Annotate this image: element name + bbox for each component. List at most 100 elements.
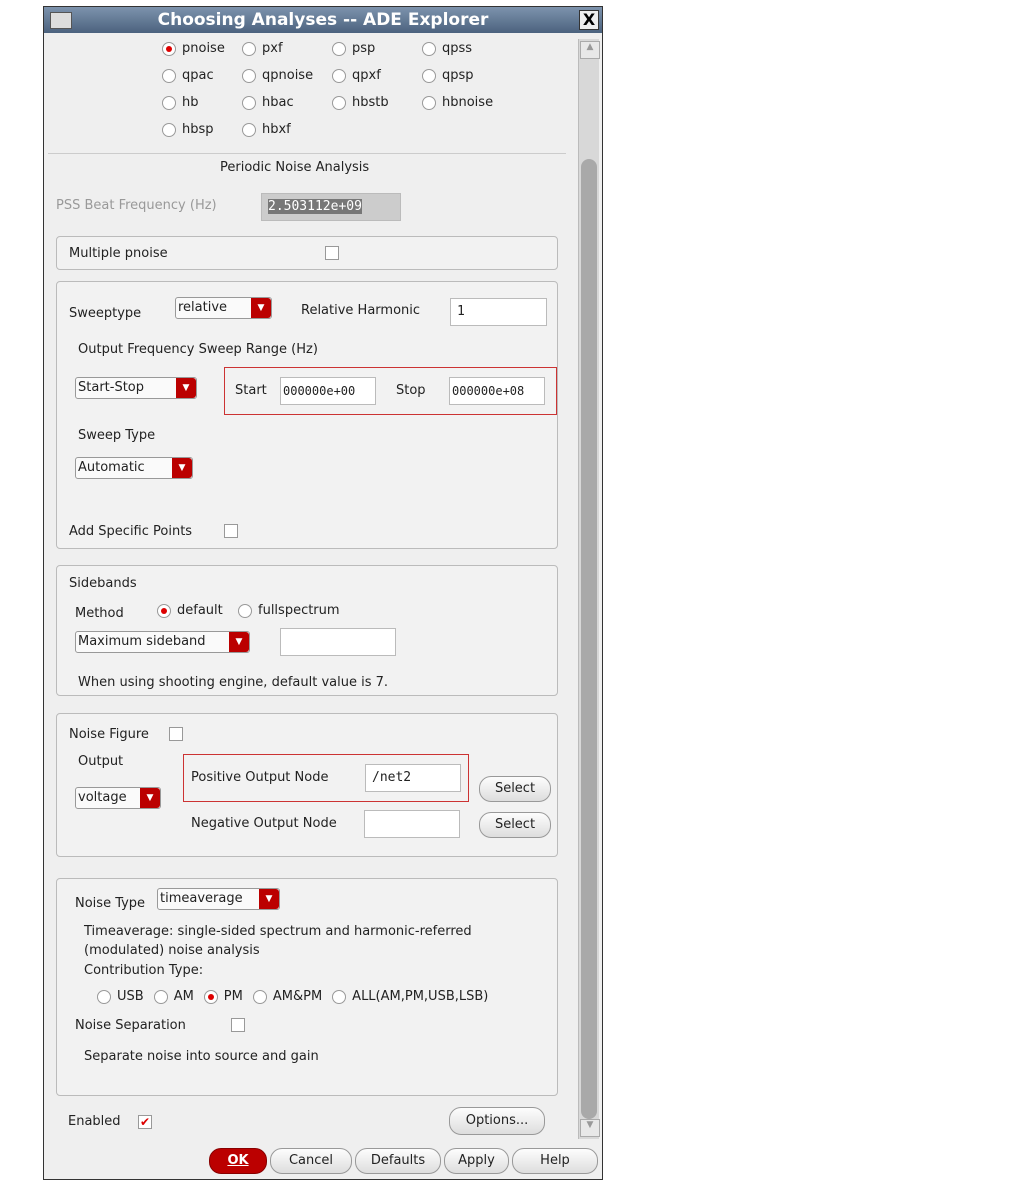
contribution-radio-am[interactable]: AM xyxy=(153,989,194,1004)
method-label: Method xyxy=(75,606,124,621)
sweeptype-dropdown[interactable]: relative ▼ xyxy=(175,297,272,319)
defaults-button[interactable]: Defaults xyxy=(355,1148,441,1174)
radio-label: hbac xyxy=(262,95,294,110)
chevron-down-icon: ▼ xyxy=(140,788,160,808)
noise-separation-desc: Separate noise into source and gain xyxy=(84,1049,319,1064)
radio-icon xyxy=(242,41,256,56)
radio-icon xyxy=(153,989,168,1004)
enabled-checkbox[interactable]: ✔ xyxy=(138,1115,152,1129)
radio-label: pxf xyxy=(262,41,283,56)
noise-type-desc-1: Timeaverage: single-sided spectrum and h… xyxy=(84,924,472,939)
start-label: Start xyxy=(235,383,267,398)
select-positive-node-button[interactable]: Select xyxy=(479,776,551,802)
radio-icon xyxy=(422,41,436,56)
radio-icon xyxy=(422,68,436,83)
window-menu-icon[interactable] xyxy=(50,12,72,29)
options-button[interactable]: Options... xyxy=(449,1107,545,1135)
radio-label: hbnoise xyxy=(442,95,494,110)
sideband-value-input[interactable] xyxy=(280,628,396,656)
negative-output-node-input[interactable] xyxy=(364,810,460,838)
stop-input[interactable]: 000000e+08 xyxy=(449,377,545,405)
method-fullspectrum-radio[interactable]: fullspectrum xyxy=(238,603,340,618)
noise-type-dropdown[interactable]: timeaverage ▼ xyxy=(157,888,280,910)
noise-type-group: Noise Type timeaverage ▼ Timeaverage: sin… xyxy=(56,878,558,1096)
noise-figure-checkbox[interactable] xyxy=(169,727,183,741)
radio-icon xyxy=(252,989,267,1004)
ok-button[interactable]: OK xyxy=(209,1148,267,1174)
analysis-radio-hbstb[interactable]: hbstb xyxy=(332,95,389,110)
scroll-down-icon[interactable]: ▼ xyxy=(580,1119,600,1137)
method-default-radio[interactable]: default xyxy=(157,603,223,618)
select-negative-node-button[interactable]: Select xyxy=(479,812,551,838)
radio-label: ALL(AM,PM,USB,LSB) xyxy=(352,989,489,1004)
sweeptype-label: Sweeptype xyxy=(69,306,142,321)
scroll-up-icon[interactable]: ▲ xyxy=(580,41,600,59)
analysis-radio-hbxf[interactable]: hbxf xyxy=(242,122,291,137)
multiple-pnoise-checkbox[interactable] xyxy=(325,246,339,260)
sideband-mode-dropdown[interactable]: Maximum sideband ▼ xyxy=(75,631,250,653)
analysis-radio-hbnoise[interactable]: hbnoise xyxy=(422,95,493,110)
analysis-radio-psp[interactable]: psp xyxy=(332,41,375,56)
start-input[interactable]: 000000e+00 xyxy=(280,377,376,405)
analysis-radio-qpsp[interactable]: qpsp xyxy=(422,68,474,83)
positive-node-highlight: Positive Output Node /net2 xyxy=(183,754,469,802)
radio-label: hbsp xyxy=(182,122,214,137)
add-points-checkbox[interactable] xyxy=(224,524,238,538)
contribution-radio-pm[interactable]: PM xyxy=(203,989,243,1004)
output-label: Output xyxy=(78,754,124,769)
analysis-radio-hbac[interactable]: hbac xyxy=(242,95,294,110)
enabled-label: Enabled xyxy=(68,1114,121,1129)
contribution-type-label: Contribution Type: xyxy=(84,963,204,978)
dialog-window: Choosing Analyses -- ADE Explorer X pnoi… xyxy=(43,6,603,1180)
apply-button[interactable]: Apply xyxy=(444,1148,509,1174)
help-button[interactable]: Help xyxy=(512,1148,598,1174)
add-points-label: Add Specific Points xyxy=(69,524,193,539)
analysis-radio-hb[interactable]: hb xyxy=(162,95,199,110)
analysis-radio-qpac[interactable]: qpac xyxy=(162,68,214,83)
contribution-radio-group: USB AM PM AM&PM ALL(AM,PM,USB,LSB) xyxy=(97,989,498,1004)
contribution-radio-am&pm[interactable]: AM&PM xyxy=(252,989,322,1004)
pss-beat-frequency-field: 2.503112e+09 xyxy=(261,193,401,221)
radio-icon xyxy=(242,95,256,110)
sweep-type-dropdown[interactable]: Automatic ▼ xyxy=(75,457,193,479)
window-title: Choosing Analyses -- ADE Explorer xyxy=(157,10,489,30)
relative-harmonic-input[interactable]: 1 xyxy=(450,298,547,326)
analysis-radio-qpxf[interactable]: qpxf xyxy=(332,68,381,83)
radio-icon xyxy=(332,989,347,1004)
noise-type-label: Noise Type xyxy=(75,896,146,911)
close-button[interactable]: X xyxy=(579,10,599,30)
contribution-radio-all(am,pm,usb,lsb)[interactable]: ALL(AM,PM,USB,LSB) xyxy=(332,989,488,1004)
noise-separation-checkbox[interactable] xyxy=(231,1018,245,1032)
chevron-down-icon: ▼ xyxy=(176,378,196,398)
chevron-down-icon: ▼ xyxy=(172,458,192,478)
sweep-type-label: Sweep Type xyxy=(78,428,156,443)
analysis-radio-qpss[interactable]: qpss xyxy=(422,41,472,56)
pss-label: PSS Beat Frequency (Hz) xyxy=(56,198,217,213)
radio-icon xyxy=(242,122,256,137)
contribution-radio-usb[interactable]: USB xyxy=(97,989,144,1004)
cancel-button[interactable]: Cancel xyxy=(270,1148,352,1174)
analysis-radio-hbsp[interactable]: hbsp xyxy=(162,122,214,137)
range-mode-dropdown[interactable]: Start-Stop ▼ xyxy=(75,377,197,399)
sidebands-title: Sidebands xyxy=(69,576,137,591)
chevron-down-icon: ▼ xyxy=(259,889,279,909)
radio-icon xyxy=(242,68,256,83)
vertical-scrollbar[interactable]: ▲ ▼ xyxy=(578,39,600,1139)
scrollbar-thumb[interactable] xyxy=(581,159,597,1119)
analysis-radio-pxf[interactable]: pxf xyxy=(242,41,283,56)
radio-label: qpss xyxy=(442,41,473,56)
radio-icon xyxy=(97,989,111,1004)
sweep-group: Sweeptype relative ▼ Relative Harmonic 1 … xyxy=(56,281,558,549)
radio-label: AM xyxy=(173,989,194,1004)
negative-output-node-label: Negative Output Node xyxy=(191,816,337,831)
radio-icon xyxy=(332,41,346,56)
section-title: Periodic Noise Analysis xyxy=(220,160,370,175)
radio-label: qpxf xyxy=(352,68,381,83)
analysis-radio-qpnoise[interactable]: qpnoise xyxy=(242,68,313,83)
sweep-range-label: Output Frequency Sweep Range (Hz) xyxy=(78,342,318,357)
analysis-radio-pnoise[interactable]: pnoise xyxy=(162,41,225,56)
output-dropdown[interactable]: voltage ▼ xyxy=(75,787,161,809)
sidebands-note: When using shooting engine, default valu… xyxy=(78,675,389,690)
positive-output-node-input[interactable]: /net2 xyxy=(365,764,461,792)
radio-icon xyxy=(162,68,176,83)
